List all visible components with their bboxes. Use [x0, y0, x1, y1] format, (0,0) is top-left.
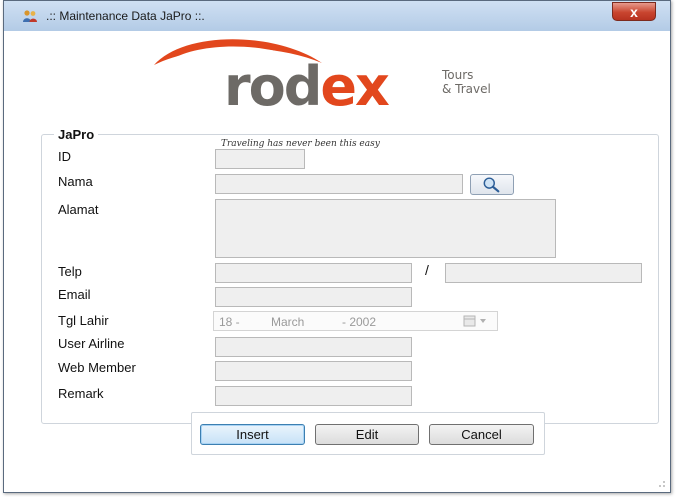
- group-title: JaPro: [54, 127, 99, 142]
- resize-grip-icon[interactable]: [656, 478, 666, 488]
- edit-button[interactable]: Edit: [315, 424, 419, 445]
- logo-tours: Tours: [441, 68, 473, 82]
- date-month: March: [271, 315, 305, 329]
- calendar-dropdown-icon[interactable]: [463, 315, 491, 327]
- insert-button[interactable]: Insert: [200, 424, 305, 445]
- user-airline-label: User Airline: [58, 336, 125, 351]
- telp-field-1[interactable]: [215, 263, 412, 283]
- telp-field-2[interactable]: [445, 263, 642, 283]
- date-year: - 2002: [342, 315, 377, 329]
- close-icon: x: [630, 4, 638, 20]
- rodex-logo: rodex Tours & Travel: [154, 39, 491, 118]
- title-bar[interactable]: .:: Maintenance Data JaPro ::. x: [4, 1, 670, 32]
- remark-field[interactable]: [215, 386, 412, 406]
- nama-label: Nama: [58, 174, 93, 189]
- remark-label: Remark: [58, 386, 104, 401]
- date-day: 18 -: [219, 315, 240, 329]
- logo-travel: & Travel: [442, 82, 491, 96]
- email-label: Email: [58, 287, 91, 302]
- id-field[interactable]: [215, 149, 305, 169]
- tgl-lahir-date-picker[interactable]: 18 - March - 2002: [213, 311, 498, 331]
- user-airline-field[interactable]: [215, 337, 412, 357]
- cancel-button[interactable]: Cancel: [429, 424, 534, 445]
- logo-brand-text: rodex: [224, 55, 390, 118]
- id-label: ID: [58, 149, 71, 164]
- window-title: .:: Maintenance Data JaPro ::.: [46, 9, 205, 23]
- client-area: rodex Tours & Travel Traveling has never…: [4, 31, 670, 492]
- tgl-lahir-label: Tgl Lahir: [58, 313, 109, 328]
- search-button[interactable]: [470, 174, 514, 195]
- web-member-field[interactable]: [215, 361, 412, 381]
- alamat-label: Alamat: [58, 202, 99, 217]
- telp-separator: /: [425, 262, 429, 278]
- nama-field[interactable]: [215, 174, 463, 194]
- people-icon: [23, 10, 37, 22]
- close-button[interactable]: x: [612, 2, 656, 21]
- main-window: .:: Maintenance Data JaPro ::. x rodex T…: [3, 0, 671, 493]
- alamat-textarea[interactable]: [215, 199, 556, 258]
- email-field[interactable]: [215, 287, 412, 307]
- web-member-label: Web Member: [58, 360, 136, 375]
- magnifier-icon: [483, 177, 500, 193]
- telp-label: Telp: [58, 264, 82, 279]
